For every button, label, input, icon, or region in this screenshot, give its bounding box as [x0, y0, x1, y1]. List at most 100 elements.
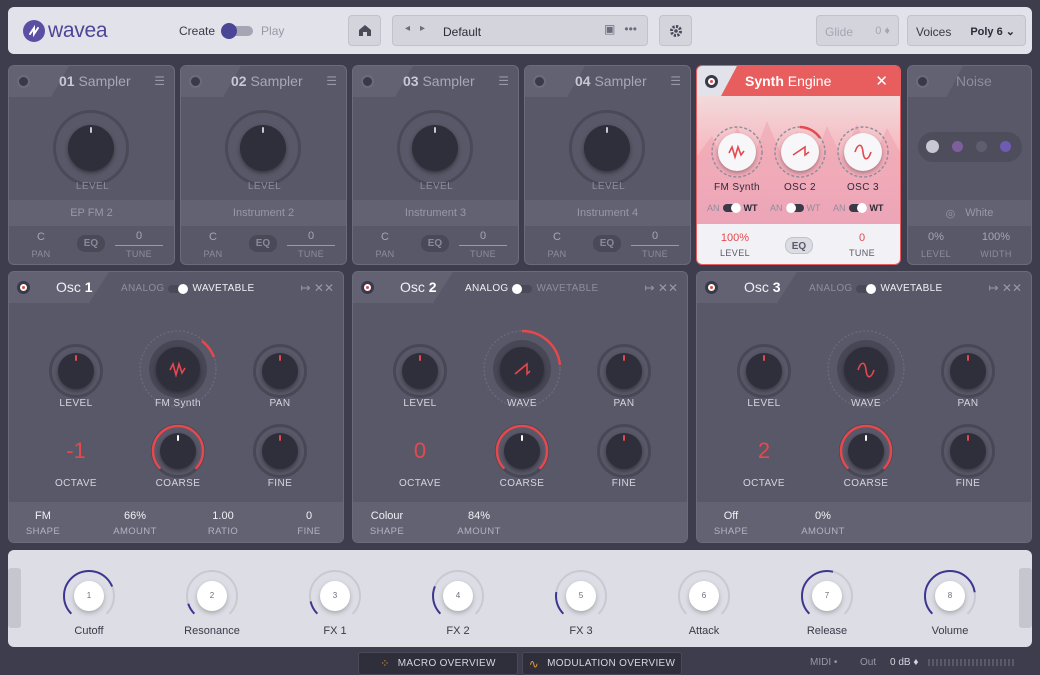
sampler-level-knob[interactable]: [397, 110, 473, 186]
glide-control[interactable]: Glide 0 ♦: [816, 15, 899, 46]
noise-type-selector[interactable]: [918, 132, 1022, 162]
sampler-tune-value[interactable]: 0: [115, 230, 163, 242]
mode-switch-knob[interactable]: [221, 23, 238, 39]
sampler-tune-value[interactable]: 0: [459, 230, 507, 242]
osc-1-mode-switch[interactable]: ANALOG WAVETABLE: [121, 283, 254, 294]
sampler-level-knob[interactable]: [53, 110, 129, 186]
macro-2-knob[interactable]: 2: [185, 569, 239, 623]
sampler-pan-value[interactable]: C: [31, 231, 51, 243]
macro-5-knob[interactable]: 5: [554, 569, 608, 623]
osc-level-knob[interactable]: [393, 344, 447, 398]
osc-routing-icon[interactable]: ↦ ✕✕: [301, 281, 335, 295]
osc-footer-value[interactable]: 0%: [793, 510, 853, 522]
sampler-instrument-bar[interactable]: EP FM 2: [9, 200, 174, 226]
sampler-pan-value[interactable]: C: [203, 231, 223, 243]
out-value[interactable]: 0 dB ♦: [890, 657, 918, 668]
osc-level-knob[interactable]: [49, 344, 103, 398]
sampler-pan-value[interactable]: C: [375, 231, 395, 243]
more-icon[interactable]: •••: [624, 22, 637, 36]
mode-switch[interactable]: [221, 23, 254, 39]
macro-8-knob[interactable]: 8: [923, 569, 977, 623]
se-osc-1-an-wt-switch[interactable]: AN WT: [707, 203, 758, 213]
sampler-tune-value[interactable]: 0: [287, 230, 335, 242]
sampler-instrument-bar[interactable]: Instrument 4: [525, 200, 690, 226]
sampler-tune-value[interactable]: 0: [631, 230, 679, 242]
noise-pink-dot[interactable]: [952, 141, 963, 152]
sampler-3-power-button[interactable]: [361, 75, 374, 88]
osc-2-mode-switch[interactable]: ANALOG WAVETABLE: [465, 283, 598, 294]
macro-scroll-left[interactable]: [8, 568, 21, 628]
osc-footer-value[interactable]: FM: [13, 510, 73, 522]
osc-routing-icon[interactable]: ↦ ✕✕: [989, 281, 1023, 295]
osc-footer-value[interactable]: Colour: [357, 510, 417, 522]
osc-routing-icon[interactable]: ↦ ✕✕: [645, 281, 679, 295]
macro-6-knob[interactable]: 6: [677, 569, 731, 623]
synth-tune-value[interactable]: 0: [837, 232, 887, 244]
osc-fine-knob[interactable]: [941, 424, 995, 478]
synth-engine-power-button[interactable]: [705, 75, 718, 88]
macro-1-knob[interactable]: 1: [62, 569, 116, 623]
noise-grey-dot[interactable]: [976, 141, 987, 152]
preset-nav-arrows-icon[interactable]: ◂▸: [405, 23, 435, 34]
noise-white-dot[interactable]: [926, 140, 939, 153]
sampler-1-power-button[interactable]: [17, 75, 30, 88]
macro-3-knob[interactable]: 3: [308, 569, 362, 623]
sampler-2-power-button[interactable]: [189, 75, 202, 88]
sampler-4-power-button[interactable]: [533, 75, 546, 88]
noise-power-button[interactable]: [916, 75, 929, 88]
osc-footer-value[interactable]: 0: [279, 510, 339, 522]
sampler-level-knob[interactable]: [569, 110, 645, 186]
sampler-eq-button[interactable]: EQ: [421, 235, 449, 252]
osc-footer-value[interactable]: 1.00: [193, 510, 253, 522]
osc-footer-value[interactable]: 66%: [105, 510, 165, 522]
sampler-eq-button[interactable]: EQ: [249, 235, 277, 252]
se-osc-1-knob[interactable]: [709, 124, 765, 180]
macro-7-knob[interactable]: 7: [800, 569, 854, 623]
osc-coarse-knob[interactable]: [495, 424, 549, 478]
sampler-instrument-bar[interactable]: Instrument 3: [353, 200, 518, 226]
macro-overview-tab[interactable]: ⁘ MACRO OVERVIEW: [358, 652, 518, 675]
sampler-eq-button[interactable]: EQ: [77, 235, 105, 252]
osc-1-power-button[interactable]: [17, 281, 30, 294]
osc-pan-knob[interactable]: [253, 344, 307, 398]
macro-scroll-right[interactable]: [1019, 568, 1032, 628]
osc-pan-knob[interactable]: [941, 344, 995, 398]
home-button[interactable]: [348, 15, 381, 46]
sliders-icon[interactable]: ☰: [498, 74, 509, 88]
se-osc-2-knob[interactable]: [772, 124, 828, 180]
osc-octave-value[interactable]: 0: [370, 438, 470, 464]
sampler-level-knob[interactable]: [225, 110, 301, 186]
create-play-toggle[interactable]: Create Play: [179, 23, 284, 39]
osc-coarse-knob[interactable]: [839, 424, 893, 478]
sliders-icon[interactable]: ☰: [154, 74, 165, 88]
osc-footer-value[interactable]: Off: [701, 510, 761, 522]
settings-button[interactable]: [659, 15, 692, 46]
osc-3-mode-switch[interactable]: ANALOG WAVETABLE: [809, 283, 942, 294]
osc-3-power-button[interactable]: [705, 281, 718, 294]
sliders-icon[interactable]: ☰: [326, 74, 337, 88]
osc-2-power-button[interactable]: [361, 281, 374, 294]
sampler-pan-value[interactable]: C: [547, 231, 567, 243]
osc-pan-knob[interactable]: [597, 344, 651, 398]
eye-icon[interactable]: ◎: [946, 207, 956, 220]
osc-coarse-knob[interactable]: [151, 424, 205, 478]
noise-blue-dot[interactable]: [1000, 141, 1011, 152]
noise-type-bar[interactable]: ◎ White: [908, 200, 1031, 226]
osc-octave-value[interactable]: 2: [714, 438, 814, 464]
noise-width-value[interactable]: 100%: [976, 231, 1016, 243]
close-icon[interactable]: ✕: [875, 72, 888, 90]
modulation-overview-tab[interactable]: ∿ MODULATION OVERVIEW: [522, 652, 682, 675]
osc-octave-value[interactable]: -1: [26, 438, 126, 464]
se-osc-3-an-wt-switch[interactable]: AN WT: [833, 203, 884, 213]
glide-value[interactable]: 0 ♦: [875, 25, 890, 37]
noise-level-value[interactable]: 0%: [916, 231, 956, 243]
preset-selector[interactable]: ◂▸ Default ▣ •••: [392, 15, 648, 46]
se-osc-3-knob[interactable]: [835, 124, 891, 180]
save-icon[interactable]: ▣: [604, 22, 615, 36]
osc-fine-knob[interactable]: [253, 424, 307, 478]
osc-footer-value[interactable]: 84%: [449, 510, 509, 522]
synth-eq-button[interactable]: EQ: [785, 237, 813, 254]
preset-name[interactable]: Default: [443, 25, 481, 39]
osc-level-knob[interactable]: [737, 344, 791, 398]
sampler-instrument-bar[interactable]: Instrument 2: [181, 200, 346, 226]
